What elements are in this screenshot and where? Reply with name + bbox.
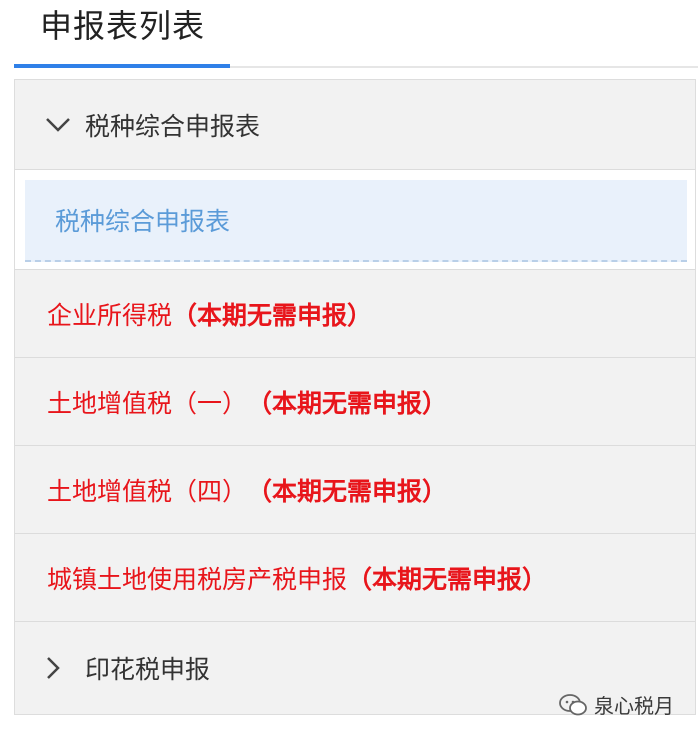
chevron-down-icon [45, 113, 85, 137]
tax-row-corporate-income[interactable]: 企业所得税 （本期无需申报） [15, 270, 695, 358]
group-header-label: 印花税申报 [85, 655, 211, 684]
tax-row-status: （本期无需申报） [247, 476, 448, 506]
active-tab-indicator [14, 64, 230, 68]
tax-row-land-use-property[interactable]: 城镇土地使用税房产税申报 （本期无需申报） [15, 534, 695, 622]
tax-row-status: （本期无需申报） [247, 388, 448, 418]
group-body-comprehensive: 税种综合申报表 [15, 170, 695, 270]
tax-row-status: （本期无需申报） [172, 300, 373, 330]
wechat-icon [559, 693, 587, 715]
tax-row-name: 土地增值税（一） [47, 388, 248, 418]
tax-row-name: 土地增值税（四） [47, 476, 248, 506]
page-header: 申报表列表 [0, 0, 700, 70]
watermark-text: 泉心税月 [594, 694, 674, 718]
tax-row-land-vat-4[interactable]: 土地增值税（四） （本期无需申报） [15, 446, 695, 534]
sub-item-label: 税种综合申报表 [55, 207, 231, 236]
chevron-right-icon [45, 656, 85, 680]
tax-row-land-vat-1[interactable]: 土地增值税（一） （本期无需申报） [15, 358, 695, 446]
tax-row-name: 企业所得税 [47, 300, 173, 330]
watermark: 泉心税月 [558, 690, 674, 719]
sub-item-comprehensive-form[interactable]: 税种综合申报表 [25, 180, 687, 262]
group-header-label: 税种综合申报表 [85, 111, 261, 141]
declaration-list-page: 申报表列表 税种综合申报表 税种综合申报表 企业所得税 （本期无需申报） 土地增 [0, 0, 700, 743]
tax-row-status: （本期无需申报） [347, 564, 548, 594]
declaration-list-panel: 税种综合申报表 税种综合申报表 企业所得税 （本期无需申报） 土地增值税（一） … [14, 79, 696, 715]
group-header-comprehensive[interactable]: 税种综合申报表 [15, 80, 695, 170]
tax-row-name: 城镇土地使用税房产税申报 [47, 564, 348, 594]
page-title: 申报表列表 [40, 7, 206, 45]
